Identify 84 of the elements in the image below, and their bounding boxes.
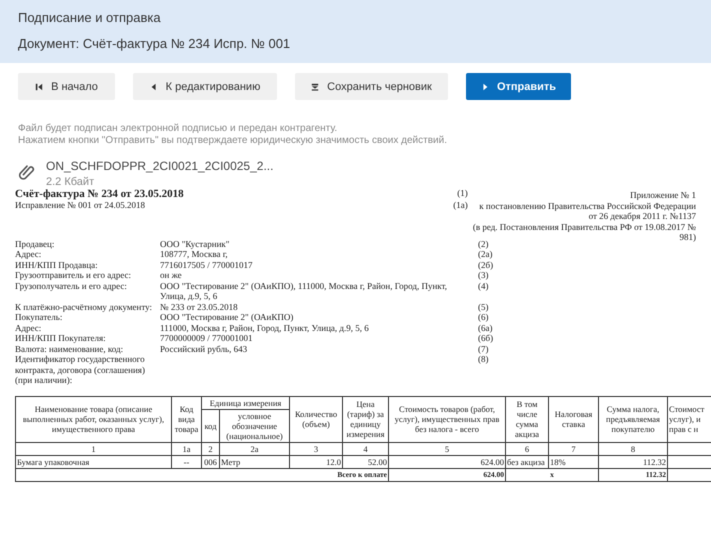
action-button[interactable]: Сохранить черновик [295,73,448,100]
field-label: Адрес: [15,249,42,260]
column-header: Стоимость товаров (работ, услуг), имущественных прав без налога - всего [388,396,506,442]
column-number: 2а [220,442,290,455]
column-header: Наименование товара (описание выполненных работ, оказанных услуг), имущественного права [16,396,172,442]
appendix-text: от 26 декабря 2011 г. №1137 [588,211,696,222]
caret-right-icon [480,82,489,90]
column-number: 1 [16,442,172,455]
column-number: 4 [342,442,389,455]
field-code: (2а) [478,249,494,260]
column-header: Стоимост услуг), и прав с н [668,396,711,442]
table-cell: 52.00 [342,455,389,468]
skip-back-icon [35,82,44,90]
page-title: Подписание и отправка [18,10,162,25]
column-header: Налоговая ставка [548,396,599,442]
field-label: Покупатель: [15,312,64,322]
field-code: (6а) [478,322,494,333]
field-value: Российский рубль, 643 [160,344,248,354]
table-cell: 112.32 [598,455,668,468]
paperclip-icon [18,163,36,181]
table-cell: Метр [220,455,290,468]
appendix-text: к постановлению Правительства Российской Федерации [478,200,696,211]
field-code: (7) [478,344,490,354]
field-value: 108777, Москва г, [160,249,228,259]
field-value: № 233 от 23.05.2018 [160,302,238,312]
column-header: Количество (объем) [290,396,343,442]
table-cell: без акциза [506,455,549,468]
field-code: (2б) [478,260,494,270]
action-button[interactable]: К редактированию [133,73,277,100]
field-code: (6б) [478,333,494,344]
action-button[interactable]: В начало [18,73,115,100]
field-label: К платёжно-расчётному документу: [15,302,154,312]
field-label: Грузоотправитель и его адрес: [15,270,132,280]
field-code: (1) [457,188,468,200]
field-label: Продавец: [15,238,56,249]
table-cell: 12.0 [290,455,343,468]
field-value: 7700000009 / 770001001 [160,333,253,343]
appendix-text: Приложение № 1 [629,190,696,200]
field-code: (6) [478,312,490,322]
column-group-header: Единица измерения [202,396,290,409]
field-value: ООО "Кустарник" [160,238,230,248]
column-header: В том числе сумма акциза [506,396,549,442]
field-code: (5) [478,302,490,312]
field-label: ИНН/КПП Покупателя: [15,333,107,344]
field-value: 111000, Москва г, Район, Город, Пункт, Улица, д.9, 5, 6 [160,322,369,332]
table-cell: -- [172,455,202,468]
notice-text: Нажатием кнопки "Отправить" вы подтверждаете юридическую значимость своих действий. [18,135,448,147]
field-code: (8) [478,354,490,366]
correction-text: Исправление № 001 от 24.05.2018 [15,200,145,211]
column-number: 2 [202,442,220,455]
field-label: Грузополучатель и его адрес: [15,280,128,293]
notice-text: Файл будет подписан электронной подписью и передан контрагенту. [18,123,338,135]
column-number: 8 [598,442,668,455]
table-cell: 18% [548,455,599,468]
column-number: 6 [506,442,549,455]
table-cell: 006 [202,455,220,468]
field-label: Адрес: [15,322,42,333]
invoice-title: Счёт-фактура № 234 от 23.05.2018 [15,188,184,200]
column-number: 1а [172,442,202,455]
field-code: (1а) [453,200,468,211]
field-value: 7716017505 / 770001017 [160,260,253,270]
column-number: 3 [290,442,343,455]
table-cell: Бумага упаковочная [16,455,172,468]
column-number: 7 [548,442,599,455]
column-header: Цена (тариф) за единицу измерения [342,396,389,442]
table-cell: 624.00 [388,455,506,468]
column-number: 5 [388,442,506,455]
field-label: Валюта: наименование, код: [15,344,124,354]
save-icon [311,82,320,90]
file-name[interactable]: ON_SCHFDOPPR_2CI0021_2CI0025_2... [46,159,274,173]
field-value: ООО "Тестирование 2" (ОАиКПО), 111000, Москва г, Район, Город, Пункт, Улица, д.9, 5, 6 [160,280,448,301]
column-header: Код вида товара [172,396,202,442]
send-button[interactable]: Отправить [466,73,571,100]
field-label: ИНН/КПП Продавца: [15,260,99,270]
field-code: (4) [478,280,490,293]
column-header: код [202,409,220,442]
document-title: Документ: Счёт-фактура № 234 Испр. № 001 [18,36,292,51]
field-code: (3) [478,270,490,280]
field-value: он же [160,270,182,280]
field-label: Идентификатор государственного контракта, договора (соглашения) (при наличии): [15,354,146,386]
caret-left-icon [150,82,158,90]
field-value: ООО "Тестирование 2" (ОАиКПО) [160,312,294,322]
file-size: 2.2 Кбайт [46,176,96,188]
column-header: Сумма налога, предъявляемая покупателю [598,396,668,442]
